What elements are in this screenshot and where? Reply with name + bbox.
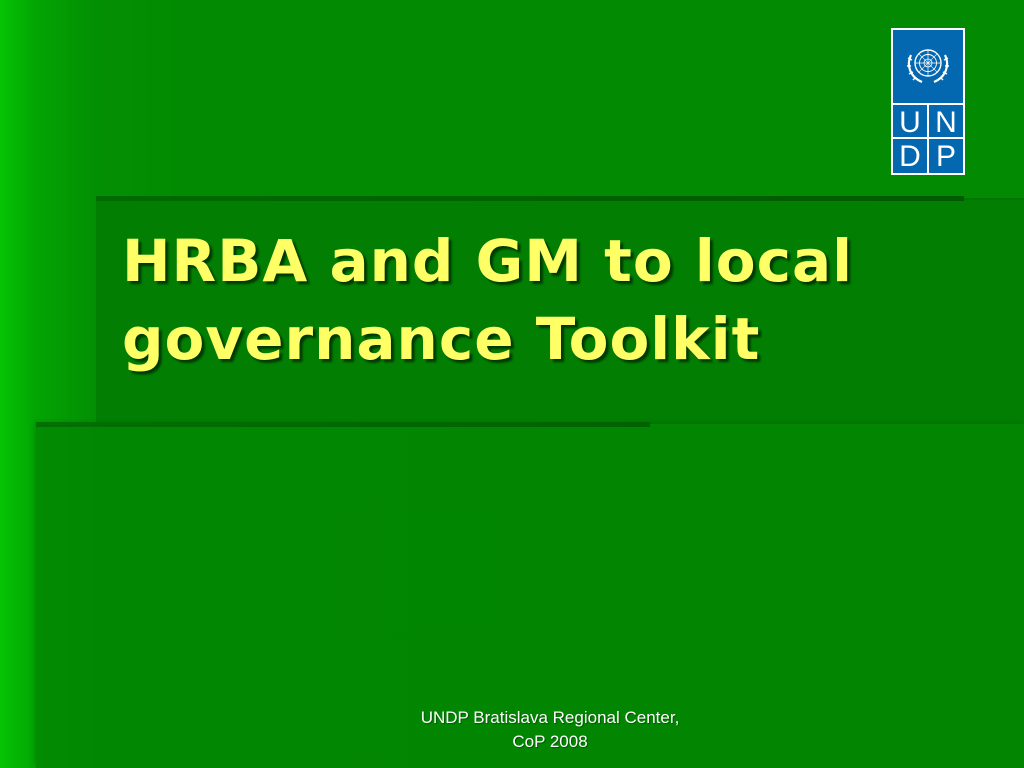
slide-footer: UNDP Bratislava Regional Center, CoP 200… <box>330 706 770 754</box>
divider-rule-middle <box>36 422 650 427</box>
footer-line-2: CoP 2008 <box>512 732 588 751</box>
slide-title-line-1: HRBA and GM to local <box>122 227 854 295</box>
slide-title-line-2: governance Toolkit <box>122 305 761 373</box>
undp-logo-icon: U N D P <box>891 28 965 175</box>
logo-letter-d: D <box>899 140 921 173</box>
slide: U N D P HRBA and GM to local governance … <box>0 0 1024 768</box>
slide-title: HRBA and GM to local governance Toolkit <box>122 222 1002 378</box>
footer-line-1: UNDP Bratislava Regional Center, <box>420 708 680 727</box>
undp-logo-graphic: U N D P <box>893 30 963 173</box>
divider-rule-top <box>96 196 964 201</box>
logo-letter-p: P <box>936 140 956 173</box>
logo-letter-n: N <box>935 106 957 139</box>
logo-letter-u: U <box>899 106 921 139</box>
